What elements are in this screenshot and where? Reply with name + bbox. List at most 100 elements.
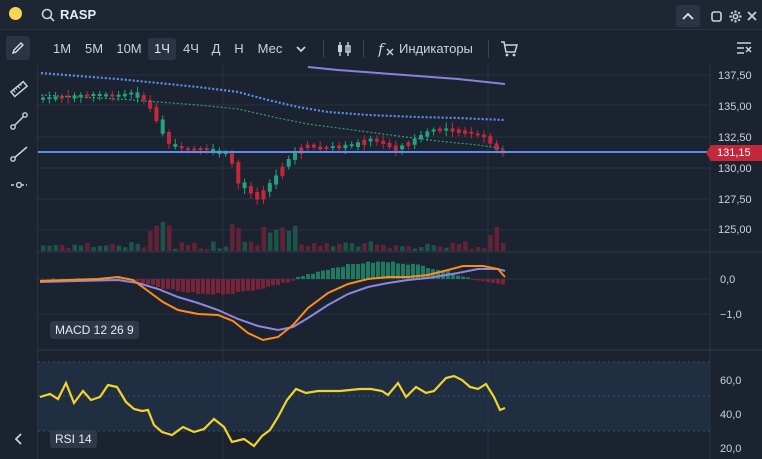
volume-bar <box>135 243 140 251</box>
drawing-tools-button[interactable] <box>6 36 30 60</box>
timeframe-week[interactable]: Н <box>231 38 247 60</box>
candle[interactable] <box>192 148 197 151</box>
candle[interactable] <box>198 148 203 151</box>
cart-icon[interactable] <box>500 40 518 58</box>
candle[interactable] <box>374 138 379 142</box>
candle[interactable] <box>160 119 165 134</box>
candle[interactable] <box>450 128 455 132</box>
candle[interactable] <box>488 135 493 144</box>
candle[interactable] <box>185 148 190 151</box>
macd-label[interactable]: MACD 12 26 9 <box>50 321 139 339</box>
collapse-button[interactable] <box>676 5 700 27</box>
candle[interactable] <box>267 183 272 192</box>
rsi-label[interactable]: RSI 14 <box>50 430 97 448</box>
ticker-color-dot[interactable] <box>9 7 22 20</box>
candle[interactable] <box>141 95 146 101</box>
candle[interactable] <box>324 146 329 149</box>
candle[interactable] <box>343 144 348 149</box>
candle[interactable] <box>116 94 121 97</box>
candle[interactable] <box>280 166 285 177</box>
candle[interactable] <box>456 129 461 134</box>
candle[interactable] <box>330 146 335 149</box>
candle[interactable] <box>135 92 140 98</box>
candle[interactable] <box>444 128 449 131</box>
candle[interactable] <box>110 94 115 97</box>
candle[interactable] <box>230 153 234 164</box>
timeframe-day[interactable]: Д <box>208 38 224 60</box>
candle[interactable] <box>78 94 83 97</box>
candle[interactable] <box>286 159 291 167</box>
candle[interactable] <box>349 144 354 147</box>
ruler-icon[interactable] <box>9 79 29 99</box>
candle[interactable] <box>47 97 52 100</box>
candle[interactable] <box>406 142 411 147</box>
volume-bar <box>236 227 241 251</box>
candle[interactable] <box>362 139 367 146</box>
candle[interactable] <box>97 94 102 97</box>
candle[interactable] <box>356 142 360 148</box>
candle[interactable] <box>412 138 417 145</box>
candle[interactable] <box>469 131 474 134</box>
close-button[interactable] <box>745 5 759 27</box>
candle[interactable] <box>91 94 96 97</box>
timeframe-10m[interactable]: 10М <box>113 38 145 60</box>
chevron-left-icon[interactable] <box>9 429 29 449</box>
menu-close-icon[interactable] <box>736 41 752 55</box>
candle[interactable] <box>167 132 171 145</box>
candle[interactable] <box>236 162 241 184</box>
search-icon[interactable] <box>40 7 56 23</box>
candle[interactable] <box>305 144 310 149</box>
horizontal-line-icon[interactable] <box>9 175 29 195</box>
timeframe-month[interactable]: Мес <box>254 38 286 60</box>
timeframe-1h[interactable]: 1Ч <box>148 38 176 60</box>
candle[interactable] <box>248 186 253 194</box>
candle[interactable] <box>400 145 405 150</box>
candle[interactable] <box>154 106 159 122</box>
candle[interactable] <box>463 130 468 134</box>
candle[interactable] <box>242 182 247 189</box>
indicators-button[interactable]: Индикаторы <box>399 38 473 60</box>
candle[interactable] <box>293 152 297 160</box>
candle[interactable] <box>368 138 373 142</box>
candle[interactable] <box>122 93 127 97</box>
function-icon[interactable]: f <box>378 41 396 57</box>
chevron-down-icon[interactable] <box>296 46 306 53</box>
timeframe-5m[interactable]: 5М <box>80 38 108 60</box>
candle[interactable] <box>179 146 184 149</box>
settings-button[interactable] <box>727 5 743 27</box>
candle[interactable] <box>104 94 108 97</box>
candle[interactable] <box>53 96 58 100</box>
chart-area[interactable]: 137,50 135,00 132,50 130,00 127,50 125,0… <box>38 65 762 459</box>
candle[interactable] <box>393 145 398 151</box>
candle[interactable] <box>204 148 209 151</box>
candle[interactable] <box>431 129 436 132</box>
macd-histogram-bar <box>501 279 505 285</box>
price-axis-label: 135,00 <box>718 101 752 113</box>
timeframe-1m[interactable]: 1М <box>49 38 75 60</box>
candle[interactable] <box>381 140 386 145</box>
trend-line-icon[interactable] <box>9 111 29 131</box>
candle[interactable] <box>274 175 279 185</box>
ticker-symbol[interactable]: RASP <box>60 7 96 22</box>
candle[interactable] <box>437 128 442 132</box>
candle[interactable] <box>261 190 266 200</box>
candle[interactable] <box>129 92 134 95</box>
candle[interactable] <box>494 143 499 151</box>
window-button[interactable] <box>709 5 723 27</box>
candle[interactable] <box>85 94 90 97</box>
candle[interactable] <box>475 133 480 136</box>
candle[interactable] <box>387 142 392 148</box>
candle[interactable] <box>255 192 260 200</box>
chart-canvas[interactable]: 137,50 135,00 132,50 130,00 127,50 125,0… <box>38 65 762 459</box>
candle[interactable] <box>41 97 45 100</box>
ray-icon[interactable] <box>9 143 29 163</box>
rsi-axis-label: 40,0 <box>720 409 741 421</box>
candle[interactable] <box>425 131 430 137</box>
timeframe-4h[interactable]: 4Ч <box>179 38 203 60</box>
candle[interactable] <box>337 145 342 149</box>
candle[interactable] <box>173 144 178 147</box>
candlestick-icon[interactable] <box>335 40 353 58</box>
candle[interactable] <box>482 134 486 138</box>
candle[interactable] <box>311 144 316 148</box>
candle[interactable] <box>318 146 323 150</box>
